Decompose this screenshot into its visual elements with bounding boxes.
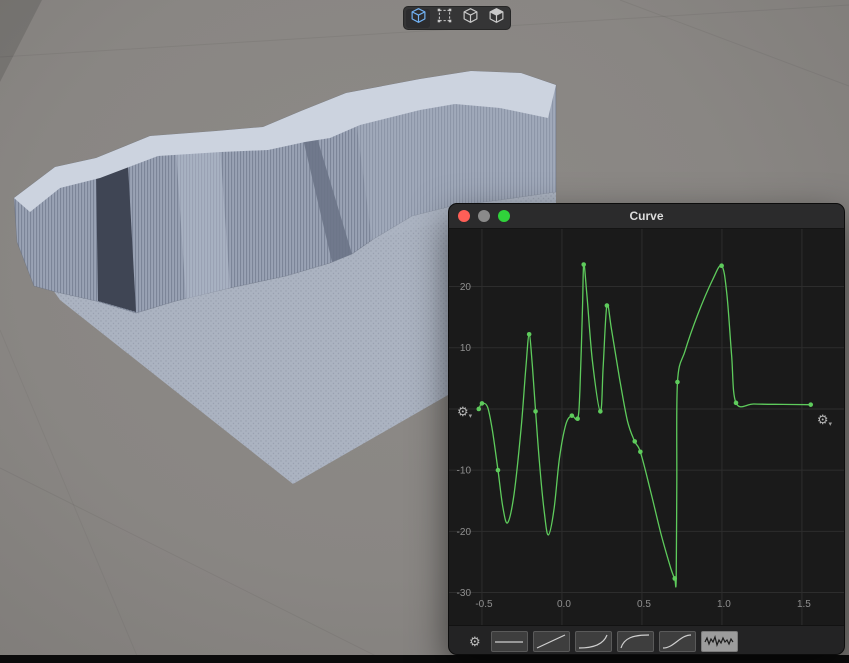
curve-window[interactable]: Curve 2010-10-20-30-0.50.00.51.01.5 ⚙▾ ⚙… xyxy=(448,203,845,655)
linear-curve-icon xyxy=(535,632,567,650)
zoom-button[interactable] xyxy=(498,210,510,222)
constant-curve-icon xyxy=(493,632,525,650)
curve-plot-svg[interactable]: 20 10 -10 -20 -30-0.5 0.0 0.5 1.0 1.5 xyxy=(449,229,844,625)
cube-shaded-icon xyxy=(488,7,505,29)
curve-plot-area[interactable]: 20 10 -10 -20 -30-0.5 0.0 0.5 1.0 1.5 ⚙▾ ⚙▾ xyxy=(449,229,844,625)
app-root: { "viewport": { "background_color": "#8a… xyxy=(0,0,849,663)
svg-text:-30: -30 xyxy=(457,588,472,599)
preset-ease-out-button[interactable] xyxy=(617,631,654,652)
marquee-select-icon xyxy=(436,7,453,29)
svg-text:-20: -20 xyxy=(457,527,472,538)
view-wireframe-cube-button[interactable] xyxy=(406,9,430,28)
chevron-down-icon: ▾ xyxy=(828,421,832,428)
svg-text:0.5: 0.5 xyxy=(637,599,651,610)
curve-bottom-toolbar: ⚙ xyxy=(449,625,844,655)
svg-text:-10: -10 xyxy=(457,466,472,477)
ease-out-curve-icon xyxy=(619,632,651,650)
preset-constant-button[interactable] xyxy=(491,631,528,652)
window-title: Curve xyxy=(629,209,663,223)
viewport-corner-shade xyxy=(0,0,42,82)
preset-buttons-group xyxy=(491,631,738,652)
traffic-lights xyxy=(458,210,510,222)
cube-outline-icon xyxy=(462,7,479,29)
curve-window-titlebar[interactable]: Curve xyxy=(449,204,844,229)
svg-text:0.0: 0.0 xyxy=(557,599,571,610)
curve-right-gear-button[interactable]: ⚙▾ xyxy=(817,413,832,428)
minimize-button[interactable] xyxy=(478,210,490,222)
preset-noise-button[interactable] xyxy=(701,631,738,652)
svg-text:10: 10 xyxy=(460,343,472,354)
preset-ease-in-button[interactable] xyxy=(575,631,612,652)
curve-settings-gear-button[interactable]: ⚙ xyxy=(469,635,481,648)
curve-left-gear-button[interactable]: ⚙▾ xyxy=(457,405,472,420)
svg-text:20: 20 xyxy=(460,282,472,293)
chevron-down-icon: ▾ xyxy=(469,413,473,420)
svg-text:1.5: 1.5 xyxy=(797,599,811,610)
svg-text:-0.5: -0.5 xyxy=(475,599,493,610)
noise-curve-icon xyxy=(703,632,735,650)
view-marquee-select-button[interactable] xyxy=(432,9,456,28)
ease-in-curve-icon xyxy=(577,632,609,650)
view-cube-outline-button[interactable] xyxy=(458,9,482,28)
viewport-toolbar xyxy=(403,6,511,30)
close-button[interactable] xyxy=(458,210,470,222)
smooth-step-curve-icon xyxy=(661,632,693,650)
preset-smooth-step-button[interactable] xyxy=(659,631,696,652)
view-cube-shaded-button[interactable] xyxy=(484,9,508,28)
cube-wireframe-icon xyxy=(410,7,427,29)
bottom-bar xyxy=(0,655,849,663)
svg-text:1.0: 1.0 xyxy=(717,599,731,610)
preset-linear-button[interactable] xyxy=(533,631,570,652)
